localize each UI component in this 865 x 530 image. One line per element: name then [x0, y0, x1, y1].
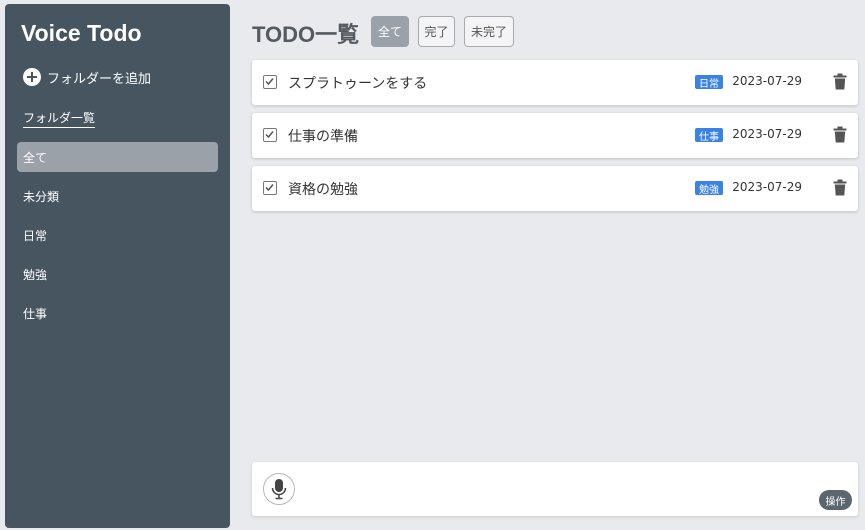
folder-list-label: フォルダ一覧 — [23, 109, 96, 128]
todo-tag: 日常 — [695, 75, 723, 90]
app-title: Voice Todo — [21, 20, 142, 46]
action-button[interactable]: 操作 — [819, 490, 852, 510]
filter-all-button[interactable]: 全て — [371, 16, 409, 47]
add-folder-label: フォルダーを追加 — [47, 71, 152, 87]
add-folder-button[interactable]: フォルダーを追加 — [23, 66, 151, 88]
todo-item: スプラトゥーンをする 日常 2023-07-29 — [252, 60, 858, 105]
todo-title: 仕事の準備 — [288, 129, 358, 145]
filter-done-button[interactable]: 完了 — [418, 16, 455, 47]
todo-title: 資格の勉強 — [288, 182, 358, 198]
folder-item-work[interactable]: 仕事 — [17, 298, 218, 328]
checkbox-checked-icon[interactable] — [263, 128, 277, 142]
microphone-button[interactable] — [263, 473, 295, 505]
plus-circle-icon — [23, 68, 41, 86]
voice-input-bar: 操作 — [252, 462, 858, 516]
folder-item-study[interactable]: 勉強 — [17, 259, 218, 289]
todo-date: 2023-07-29 — [732, 180, 802, 194]
todo-tag: 仕事 — [695, 128, 723, 143]
folder-item-label: 勉強 — [23, 267, 48, 282]
folder-item-label: 日常 — [23, 228, 48, 243]
todo-item: 資格の勉強 勉強 2023-07-29 — [252, 166, 858, 211]
checkbox-checked-icon[interactable] — [263, 75, 277, 89]
todo-date: 2023-07-29 — [732, 74, 802, 88]
folder-item-label: 未分類 — [23, 189, 60, 204]
todo-date: 2023-07-29 — [732, 127, 802, 141]
folder-item-uncategorized[interactable]: 未分類 — [17, 181, 218, 211]
trash-icon[interactable] — [833, 179, 847, 196]
folder-item-label: 全て — [23, 150, 48, 165]
page-title: TODO一覧 — [252, 22, 360, 47]
todo-list: スプラトゥーンをする 日常 2023-07-29 仕事の準備 仕事 2023-0… — [252, 60, 858, 219]
sidebar: Voice Todo フォルダーを追加 フォルダ一覧 全て 未分類 日常 勉強 … — [5, 4, 230, 528]
folder-item-label: 仕事 — [23, 306, 48, 321]
filter-undone-button[interactable]: 未完了 — [464, 16, 514, 47]
folder-item-all[interactable]: 全て — [17, 142, 218, 172]
microphone-icon — [271, 479, 287, 500]
todo-tag: 勉強 — [695, 181, 723, 196]
folder-list: 全て 未分類 日常 勉強 仕事 — [17, 142, 218, 337]
folder-item-daily[interactable]: 日常 — [17, 220, 218, 250]
trash-icon[interactable] — [833, 126, 847, 143]
todo-title: スプラトゥーンをする — [288, 76, 428, 92]
trash-icon[interactable] — [833, 73, 847, 90]
todo-item: 仕事の準備 仕事 2023-07-29 — [252, 113, 858, 158]
checkbox-checked-icon[interactable] — [263, 181, 277, 195]
